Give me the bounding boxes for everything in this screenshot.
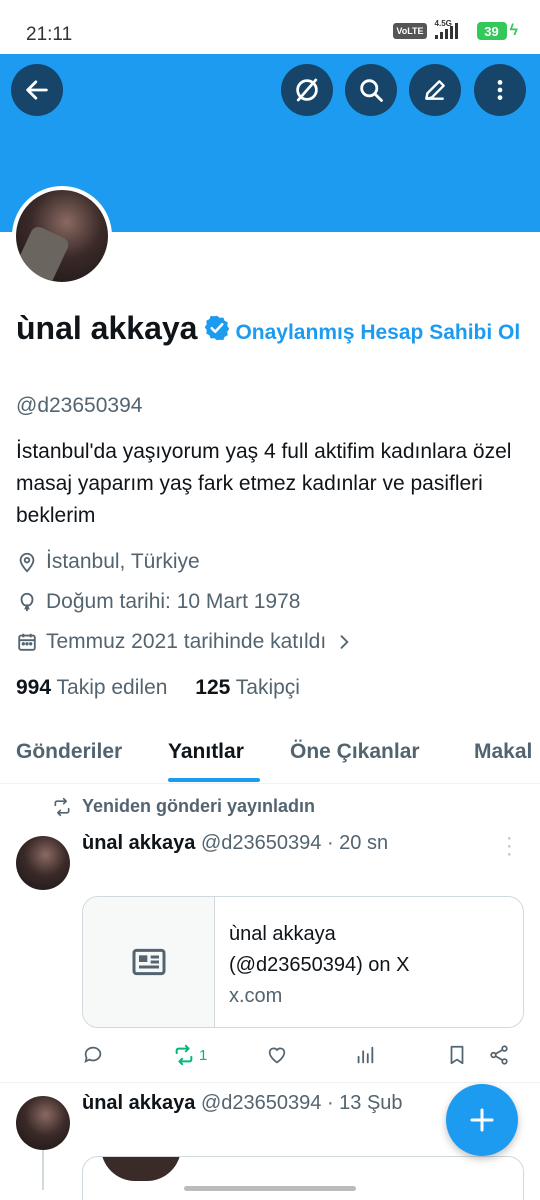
location-row: İstanbul, Türkiye [16,550,200,574]
profile-bio: İstanbul'da yaşıyorum yaş 4 full aktifim… [16,440,512,527]
profile-location: İstanbul, Türkiye [46,550,200,573]
post-avatar-2[interactable] [16,1096,70,1150]
article-icon [132,948,165,976]
share-icon [490,1045,508,1065]
views-button[interactable] [354,1044,376,1066]
joined-row[interactable]: Temmuz 2021 tarihinde katıldı [16,630,354,654]
reply-icon [84,1046,102,1064]
repost-context-text: Yeniden gönderi yayınladın [82,796,316,816]
following-label: Takip edilen [56,676,168,699]
more-vertical-icon [497,80,503,100]
back-button[interactable] [11,64,63,116]
edit-icon [425,80,445,100]
grok-button[interactable] [281,64,333,116]
status-time: 21:11 [26,24,73,45]
following-link[interactable]: 994 Takip edilen [16,676,167,699]
plus-icon [470,1108,494,1132]
link-preview-card[interactable]: ùnal akkaya (@d23650394) on X x.com [82,896,524,1028]
repost-count: 1 [199,1046,208,1064]
post-header-2: ùnal akkaya @d23650394 · 13 Şub [82,1092,403,1115]
followers-label: Takipçi [235,676,300,699]
profile-handle: @d23650394 [16,394,143,417]
verified-badge-icon[interactable] [203,311,231,351]
battery-icon: 39 ϟ [476,22,518,40]
link-title-2: (@d23650394) on X [229,954,410,976]
tab-articles[interactable]: Makal [474,740,532,764]
home-indicator[interactable] [184,1186,356,1191]
birthday-row: Doğum tarihi: 10 Mart 1978 [16,590,300,614]
signal-icon: 4.5G [434,19,469,39]
post-author[interactable]: ùnal akkaya [82,832,195,854]
followers-count: 125 [195,676,231,699]
profile-avatar[interactable] [12,186,112,286]
bar-chart-icon [357,1046,374,1064]
tab-replies[interactable]: Yanıtlar [168,740,244,764]
post-actions: 1 [82,1040,516,1070]
post-author-2[interactable]: ùnal akkaya [82,1092,195,1114]
link-domain: x.com [229,985,283,1007]
post-handle-time-2: @d23650394 · 13 Şub [200,1092,403,1114]
repost-icon [54,797,70,816]
repost-button[interactable]: 1 [172,1044,207,1066]
post-divider [0,1082,540,1083]
following-count: 994 [16,676,52,699]
repost-icon-active [175,1044,193,1066]
arrow-left-icon [26,80,48,100]
more-button[interactable] [474,64,526,116]
like-button[interactable] [266,1044,288,1066]
profile-birthday: Doğum tarihi: 10 Mart 1978 [46,590,301,613]
post-avatar[interactable] [16,836,70,890]
tab-posts[interactable]: Gönderiler [16,740,122,764]
search-icon [360,79,383,102]
bookmark-button[interactable] [446,1044,468,1066]
balloon-icon [20,592,34,612]
chevron-right-icon [340,635,349,649]
share-button[interactable] [488,1044,510,1066]
reply-button[interactable] [82,1044,104,1066]
link-title-1: ùnal akkaya [229,923,336,945]
link-text: ùnal akkaya (@d23650394) on X x.com [229,919,409,1012]
compose-fab[interactable] [446,1084,518,1156]
get-verified-link[interactable]: Onaylanmış Hesap Sahibi Ol [235,321,520,344]
status-bar: 21:11 VoLTE 4.5G 39 ϟ [0,0,540,54]
thread-line [42,1150,44,1190]
followers-link[interactable]: 125 Takipçi [195,676,300,699]
edit-button[interactable] [409,64,461,116]
volte-badge: VoLTE [393,23,427,39]
repost-context: Yeniden gönderi yayınladın [52,796,315,817]
post-media[interactable] [82,1156,524,1200]
tab-highlights[interactable]: Öne Çıkanlar [290,740,420,764]
profile-name: ùnal akkaya [16,310,198,346]
calendar-icon [18,633,36,651]
active-tab-indicator [168,778,260,782]
post-more-icon[interactable]: · · · [506,828,513,864]
post-handle-time: @d23650394 · 20 sn [200,832,389,854]
profile-joined: Temmuz 2021 tarihinde katıldı [46,630,327,653]
profile-tabs: Gönderiler Yanıtlar Öne Çıkanlar Makal [0,730,540,784]
heart-icon [268,1047,286,1064]
follow-stats: 994 Takip edilen 125 Takipçi [16,676,300,700]
location-pin-icon [19,552,35,573]
status-icons: VoLTE 4.5G 39 ϟ [393,19,518,40]
charging-icon: ϟ [509,22,518,39]
link-thumbnail [83,897,215,1027]
post-header: ùnal akkaya @d23650394 · 20 sn [82,832,388,855]
network-type-label: 4.5G [434,19,452,28]
profile-name-row: ùnal akkaya Onaylanmış Hesap Sahibi Ol [16,308,526,353]
search-button[interactable] [345,64,397,116]
grok-icon [296,78,318,102]
battery-level: 39 [476,22,507,40]
bookmark-icon [450,1045,464,1065]
